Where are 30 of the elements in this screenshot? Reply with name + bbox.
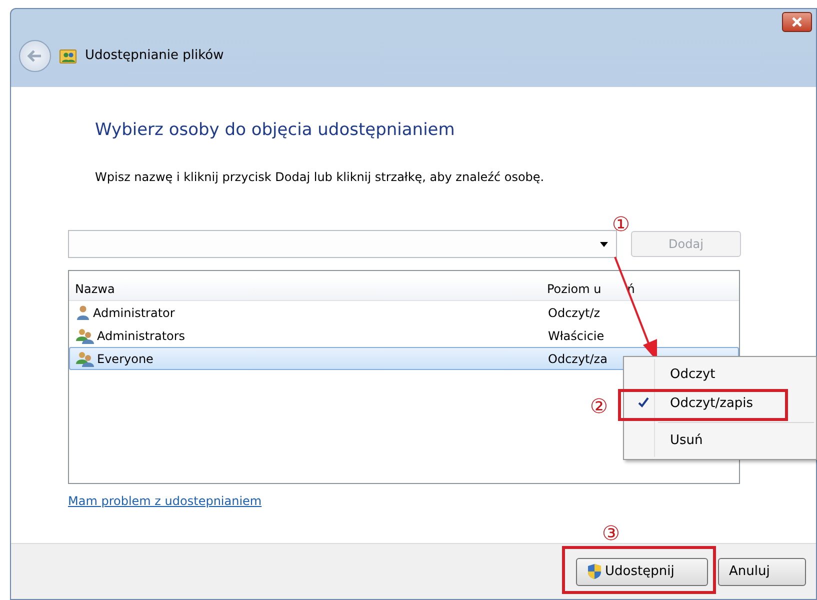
share-button[interactable]: Udostępnij (576, 558, 708, 586)
step-number: ③ (602, 523, 620, 543)
permission-level: Odczyt/z (548, 304, 600, 322)
column-header[interactable]: Poziom u (547, 280, 602, 298)
help-link[interactable]: Mam problem z udostepnianiem (68, 492, 262, 510)
users-icon (76, 350, 94, 366)
permission-level: Odczyt/za (548, 350, 608, 368)
user-name: Administrators (97, 328, 186, 344)
user-name: Administrator (93, 304, 175, 322)
dropdown-arrow-icon[interactable] (600, 242, 608, 246)
permission-level: Właścicie (548, 328, 604, 344)
list-row[interactable]: Administrator Odczyt/z (69, 301, 739, 324)
cancel-button[interactable]: Anuluj (718, 558, 806, 586)
user-name: Everyone (97, 350, 154, 368)
page-heading: Wybierz osoby do objęcia udostępnianiem (95, 119, 456, 142)
window-title: Udostępnianie plików (85, 47, 224, 66)
people-folder-icon (59, 47, 77, 65)
list-row[interactable]: Administrators Właścicie (69, 324, 739, 347)
column-header[interactable]: Nazwa (75, 280, 115, 298)
menu-item[interactable]: Odczyt/zapis (626, 389, 814, 418)
menu-item[interactable]: Usuń (626, 426, 814, 456)
close-icon (791, 17, 803, 27)
shield-icon (587, 563, 602, 580)
step-number: ② (590, 396, 608, 416)
back-arrow-icon (27, 49, 43, 63)
users-icon (76, 328, 94, 344)
close-button[interactable] (782, 12, 812, 32)
step-number: ① (612, 214, 630, 234)
instruction-text: Wpisz nazwę i kliknij przycisk Dodaj lub kliknij strzałkę, aby znaleźć osobę. (95, 169, 546, 186)
user-icon (76, 304, 90, 320)
